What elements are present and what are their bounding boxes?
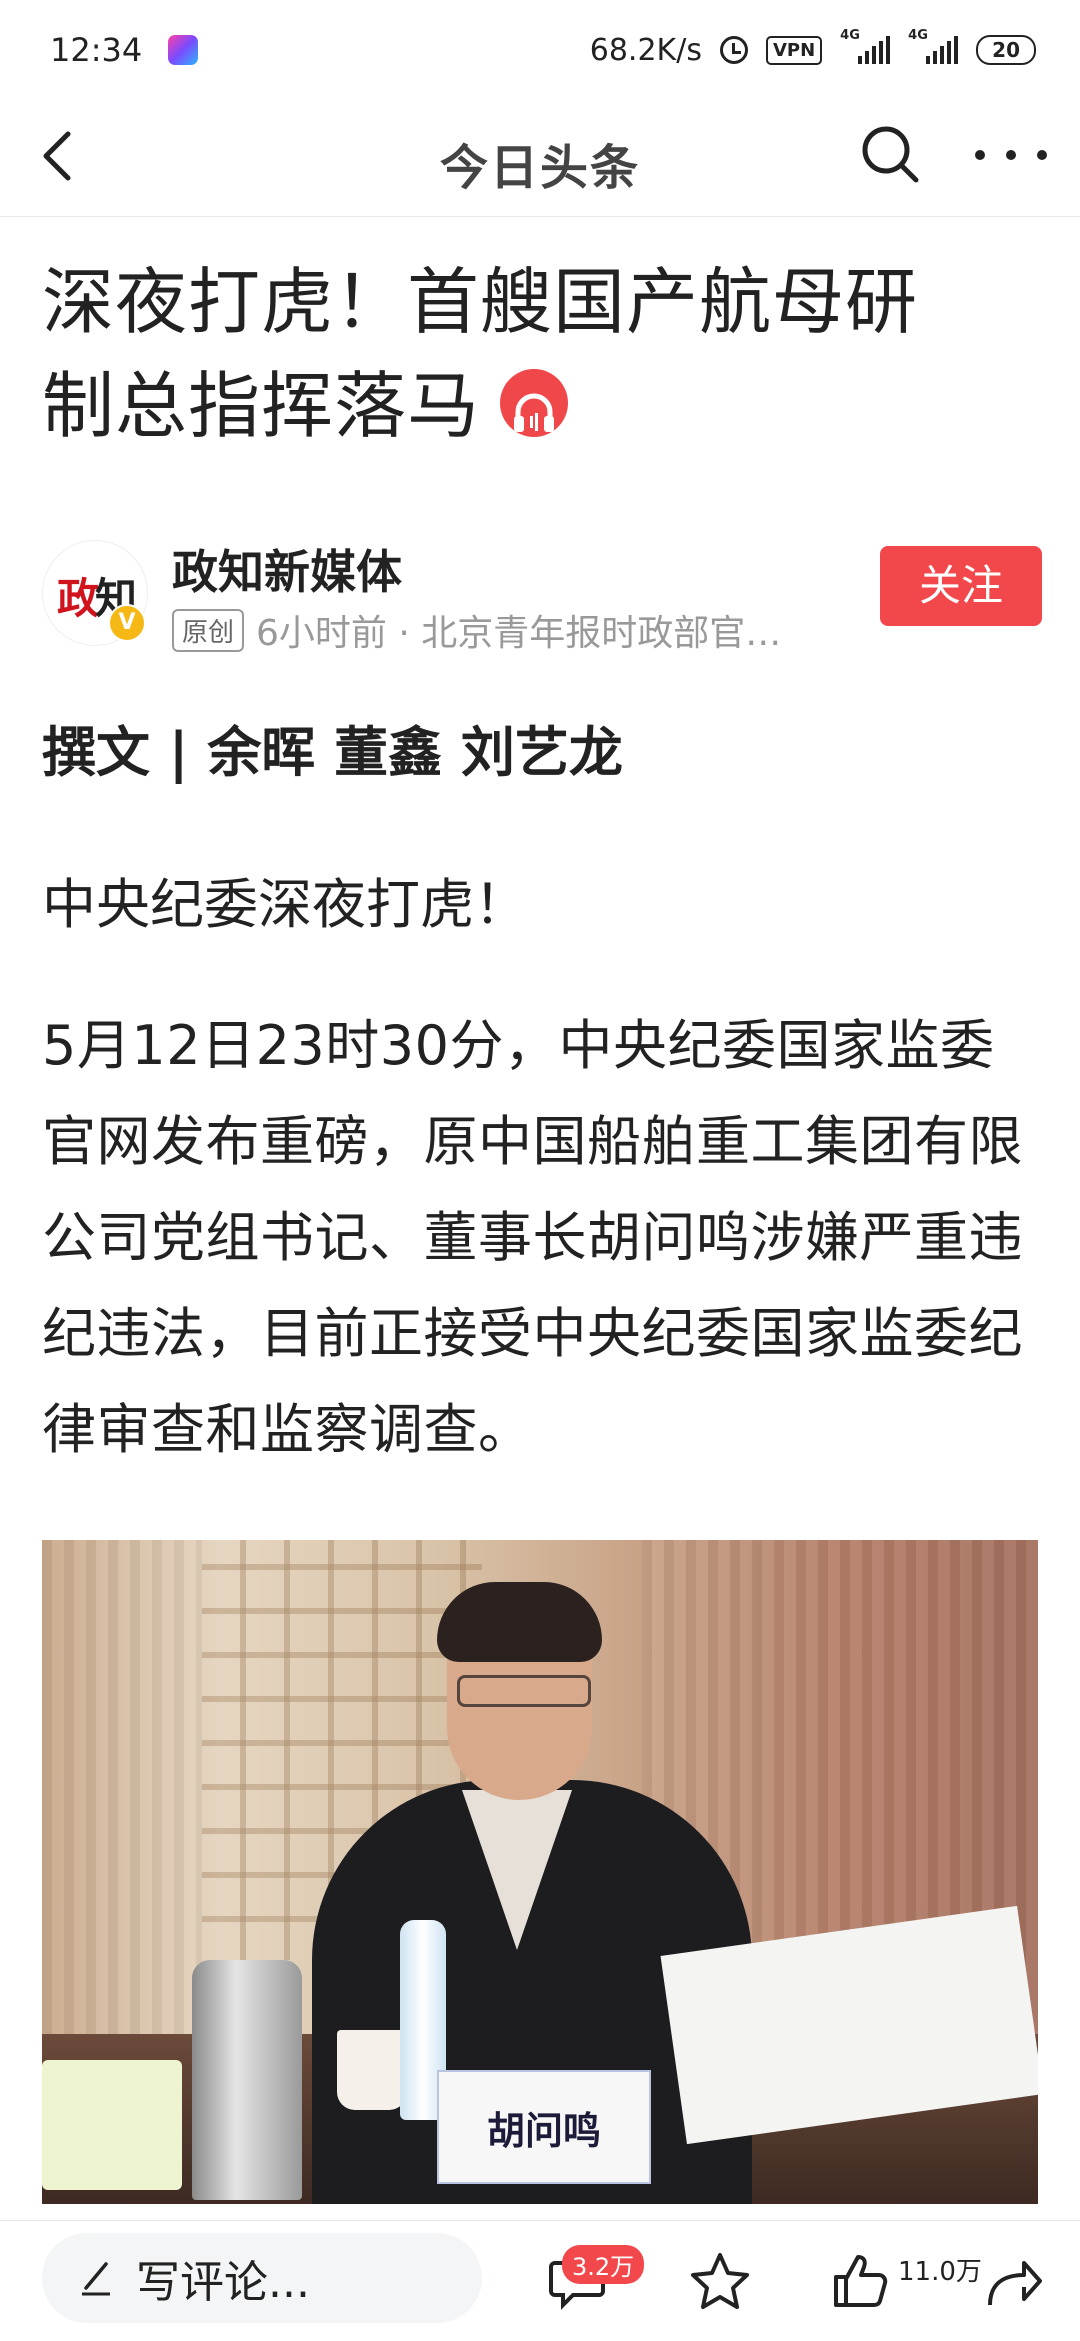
article-headline: 深夜打虎！首艘国产航母研 制总指挥落马: [42, 250, 1052, 458]
comment-input[interactable]: 写评论...: [42, 2233, 482, 2323]
article-paragraph-2: 5月12日23时30分，中央纪委国家监委官网发布重磅，原中国船舶重工集团有限公司…: [42, 1014, 1023, 1461]
signal-icon-2: 4G: [908, 28, 959, 64]
more-dot-icon: [1037, 150, 1047, 160]
more-dot-icon: [1006, 150, 1016, 160]
tissue-box: [42, 2060, 182, 2190]
signal-icon-1: 4G: [840, 28, 891, 64]
original-badge: 原创: [172, 608, 245, 652]
author-name[interactable]: 政知新媒体: [172, 536, 402, 602]
alarm-icon: [719, 36, 748, 64]
headline-line-2: 制总指挥落马: [42, 354, 1052, 458]
favorite-button[interactable]: [688, 2249, 752, 2313]
search-icon: [862, 126, 919, 183]
follow-button[interactable]: 关注: [880, 546, 1042, 626]
more-button[interactable]: [975, 130, 1047, 180]
article-paragraph-1: 中央纪委深夜打虎！: [42, 873, 528, 936]
like-count: 11.0万: [898, 2257, 982, 2287]
signal-2-label: 4G: [908, 28, 928, 43]
battery-icon: 20: [976, 35, 1036, 65]
network-speed: 68.2K/s: [589, 32, 702, 68]
like-button[interactable]: [830, 2249, 894, 2313]
headline-line-1: 深夜打虎！首艘国产航母研: [42, 260, 919, 344]
nameplate: 胡问鸣: [437, 2070, 651, 2184]
comment-placeholder: 写评论...: [136, 2257, 310, 2308]
verified-icon: V: [108, 604, 146, 642]
person-hair: [437, 1582, 602, 1662]
signal-1-label: 4G: [840, 28, 860, 43]
status-left: 12:34: [50, 31, 199, 69]
pen-icon: [82, 2262, 110, 2296]
status-bar: 12:34 68.2K/s VPN 4G 4G 20: [0, 0, 1080, 100]
article-photo[interactable]: 胡问鸣: [42, 1540, 1038, 2204]
cup: [337, 2030, 407, 2110]
listen-audio-icon[interactable]: [500, 369, 569, 438]
vpn-icon: VPN: [765, 35, 823, 65]
comment-count-badge: 3.2万: [562, 2245, 645, 2284]
status-time: 12:34: [50, 31, 143, 69]
bottom-action-bar: 写评论... 3.2万 11.0万: [0, 2220, 1080, 2341]
share-button[interactable]: [982, 2249, 1046, 2313]
star-icon: [691, 2253, 749, 2309]
app-notification-icon: [168, 35, 199, 65]
share-arrow-icon: [988, 2261, 1042, 2306]
search-button[interactable]: [858, 122, 922, 186]
publish-meta: 6小时前 · 北京青年报时政部官…: [256, 613, 782, 654]
headline-line-2-text: 制总指挥落马: [42, 364, 481, 448]
more-dot-icon: [975, 150, 985, 160]
status-right: 68.2K/s VPN 4G 4G 20: [589, 28, 1036, 68]
glasses: [457, 1675, 591, 1707]
author-meta: 原创 6小时前 · 北京青年报时政部官…: [172, 604, 912, 656]
article-byline: 撰文 | 余晖 董鑫 刘艺龙: [42, 721, 623, 784]
headphones-icon: [514, 393, 555, 433]
author-row: 政知 V 政知新媒体 原创 6小时前 · 北京青年报时政部官… 关注: [42, 536, 1042, 656]
thumbs-up-icon: [834, 2255, 888, 2307]
thermos: [192, 1960, 302, 2200]
nav-bar: 今日头条: [0, 100, 1080, 217]
